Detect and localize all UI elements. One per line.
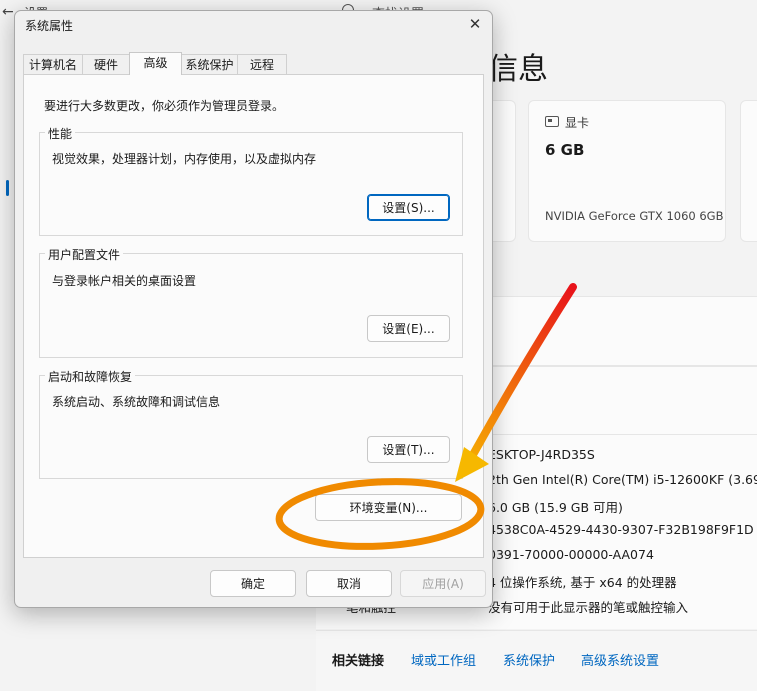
tab-advanced[interactable]: 高级 — [129, 52, 182, 75]
startup-recovery-settings-button[interactable]: 设置(T)... — [367, 436, 450, 463]
spec-product-id: 0391-70000-00000-AA074 — [488, 547, 654, 562]
ok-button[interactable]: 确定 — [210, 570, 296, 597]
link-advanced-system-settings[interactable]: 高级系统设置 — [581, 650, 659, 669]
spec-processor: 2th Gen Intel(R) Core(TM) i5-12600KF (3.… — [488, 472, 757, 487]
gpu-card: 显卡 6 GB NVIDIA GeForce GTX 1060 6GB — [528, 100, 726, 242]
spec-card-right — [740, 100, 757, 242]
page-heading: 信息 — [488, 52, 548, 87]
user-profiles-settings-button[interactable]: 设置(E)... — [367, 315, 450, 342]
apply-button[interactable]: 应用(A) — [400, 570, 486, 597]
startup-recovery-group-title: 启动和故障恢复 — [45, 368, 136, 385]
environment-variables-button[interactable]: 环境变量(N)... — [315, 494, 462, 521]
startup-recovery-desc: 系统启动、系统故障和调试信息 — [52, 395, 221, 409]
link-domain-workgroup[interactable]: 域或工作组 — [411, 650, 476, 669]
user-profiles-desc: 与登录帐户相关的桌面设置 — [52, 274, 197, 288]
info-panel — [490, 296, 757, 366]
performance-desc: 视觉效果，处理器计划，内存使用，以及虚拟内存 — [52, 152, 317, 166]
tab-computer-name[interactable]: 计算机名 — [23, 54, 83, 74]
startup-recovery-group — [39, 375, 463, 479]
advanced-tab-panel: 要进行大多数更改，你必须作为管理员登录。 性能 视觉效果，处理器计划，内存使用，… — [23, 74, 484, 558]
tab-system-protection[interactable]: 系统保护 — [181, 54, 238, 74]
system-properties-dialog: 系统属性 ✕ 计算机名 硬件 高级 系统保护 远程 要进行大多数更改，你必须作为… — [14, 10, 493, 608]
gpu-card-memory: 6 GB — [545, 141, 585, 159]
specs-divider — [490, 434, 757, 435]
spec-pen-touch-value: 没有可用于此显示器的笔或触控输入 — [488, 600, 689, 615]
spec-system-type: 4 位操作系统, 基于 x64 的处理器 — [488, 575, 677, 590]
user-profiles-group-title: 用户配置文件 — [45, 246, 124, 263]
gpu-card-label: 显卡 — [565, 116, 590, 130]
spec-device-id: 4538C0A-4529-4430-9307-F32B198F9F1D — [488, 522, 754, 537]
tab-hardware[interactable]: 硬件 — [82, 54, 130, 74]
cancel-button[interactable]: 取消 — [306, 570, 392, 597]
user-profiles-group — [39, 253, 463, 358]
display-adapter-icon — [545, 116, 559, 127]
nav-selection-indicator — [6, 180, 9, 196]
spec-device-name: ESKTOP-J4RD35S — [488, 447, 595, 462]
link-system-protection[interactable]: 系统保护 — [503, 650, 555, 669]
spec-ram: 6.0 GB (15.9 GB 可用) — [488, 500, 623, 515]
admin-note: 要进行大多数更改，你必须作为管理员登录。 — [44, 99, 285, 113]
performance-settings-button[interactable]: 设置(S)... — [367, 194, 450, 221]
related-links-title: 相关链接 — [332, 654, 385, 669]
tab-remote[interactable]: 远程 — [237, 54, 287, 74]
gpu-card-model: NVIDIA GeForce GTX 1060 6GB — [545, 209, 724, 223]
close-icon[interactable]: ✕ — [463, 13, 487, 35]
dialog-title: 系统属性 — [25, 19, 74, 33]
back-arrow-icon[interactable]: ← — [2, 4, 14, 20]
performance-group-title: 性能 — [45, 125, 76, 142]
